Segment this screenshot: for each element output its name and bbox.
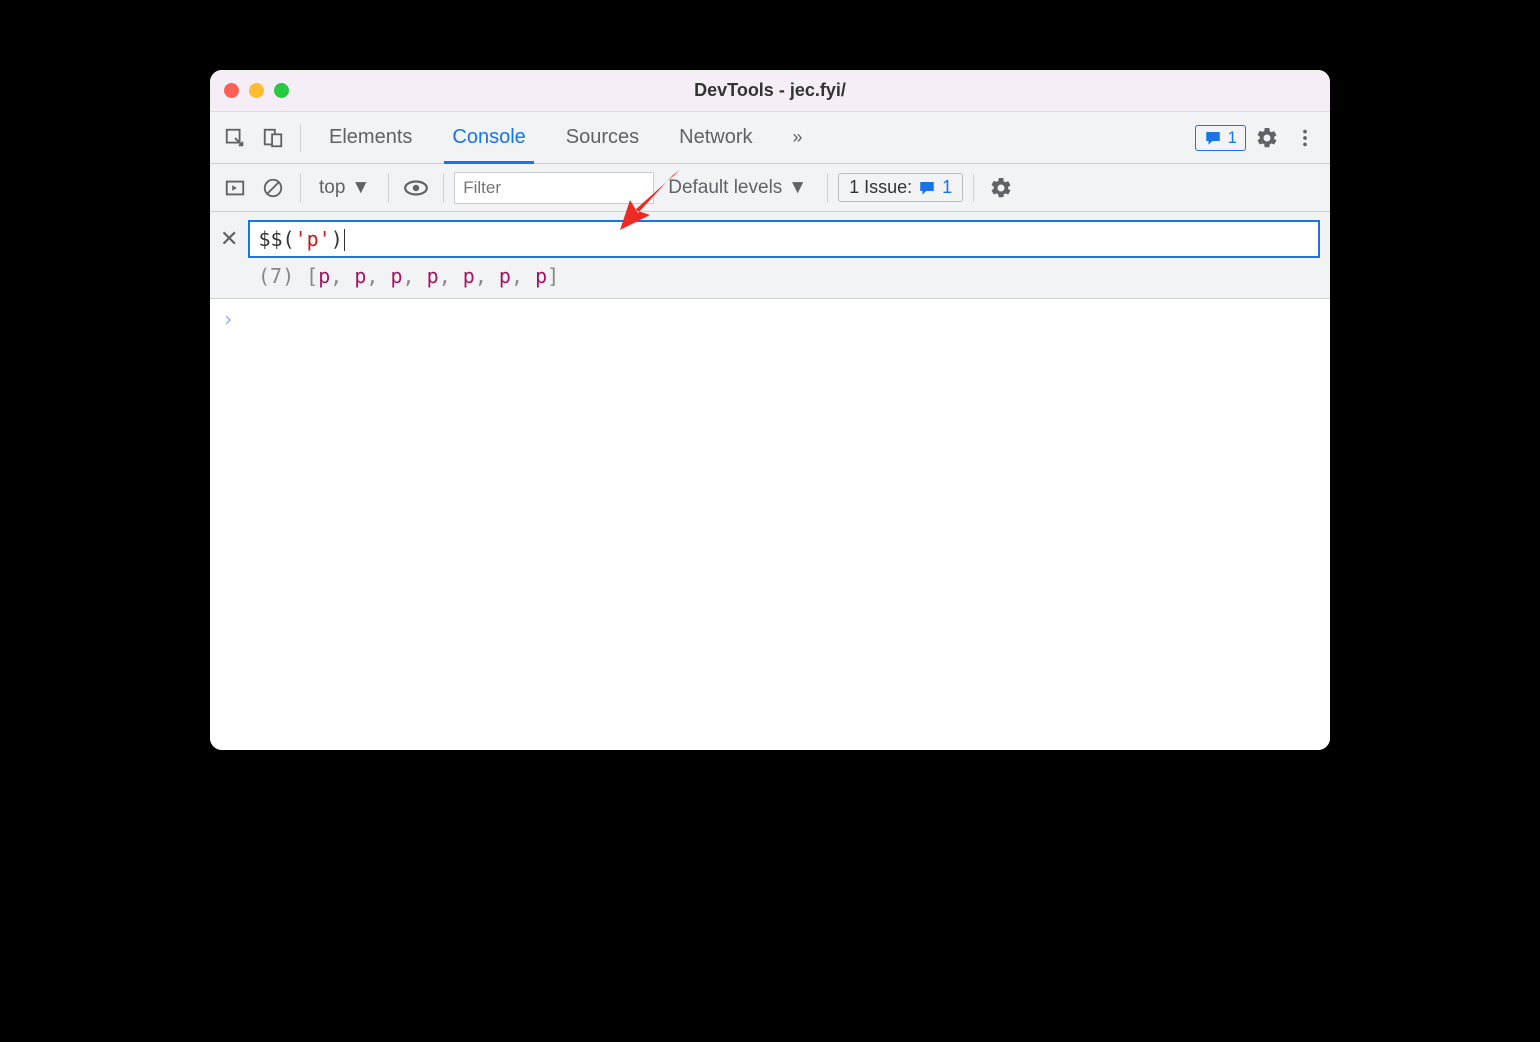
levels-label: Default levels bbox=[668, 177, 782, 199]
separator bbox=[388, 174, 389, 202]
device-toggle-icon[interactable] bbox=[256, 121, 290, 155]
clear-console-icon[interactable] bbox=[256, 171, 290, 205]
separator bbox=[443, 174, 444, 202]
expression-result: (7) [p, p, p, p, p, p, p] bbox=[220, 258, 1320, 288]
devtools-window: DevTools - jec.fyi/ Elements Console Sou… bbox=[210, 70, 1330, 750]
maximize-window-button[interactable] bbox=[274, 83, 289, 98]
separator bbox=[300, 174, 301, 202]
console-toolbar: top ▼ Default levels ▼ 1 Issue: 1 bbox=[210, 164, 1330, 212]
result-element[interactable]: p bbox=[535, 264, 547, 288]
window-title: DevTools - jec.fyi/ bbox=[210, 80, 1330, 101]
inspect-icon[interactable] bbox=[218, 121, 252, 155]
console-settings-icon[interactable] bbox=[984, 171, 1018, 205]
titlebar: DevTools - jec.fyi/ bbox=[210, 70, 1330, 112]
result-element[interactable]: p bbox=[354, 264, 366, 288]
result-element[interactable]: p bbox=[318, 264, 330, 288]
issues-badge[interactable]: 1 Issue: 1 bbox=[838, 173, 963, 202]
kebab-menu-icon[interactable] bbox=[1288, 121, 1322, 155]
console-body[interactable]: › bbox=[210, 299, 1330, 750]
close-window-button[interactable] bbox=[224, 83, 239, 98]
live-expression-icon[interactable] bbox=[399, 171, 433, 205]
issues-label: 1 Issue: bbox=[849, 177, 912, 198]
separator bbox=[827, 174, 828, 202]
result-element[interactable]: p bbox=[391, 264, 403, 288]
separator bbox=[973, 174, 974, 202]
prompt-caret-icon: › bbox=[222, 307, 234, 331]
settings-icon[interactable] bbox=[1250, 121, 1284, 155]
feedback-badge[interactable]: 1 bbox=[1195, 125, 1246, 151]
live-expression-bar: ✕ $$('p') (7) [p, p, p, p, p, p, p] bbox=[210, 212, 1330, 299]
tab-sources[interactable]: Sources bbox=[548, 112, 657, 164]
separator bbox=[300, 124, 301, 152]
tab-console[interactable]: Console bbox=[434, 112, 543, 164]
feedback-count: 1 bbox=[1228, 128, 1237, 148]
close-expression-button[interactable]: ✕ bbox=[220, 226, 238, 252]
expression-code: $$('p') bbox=[258, 227, 344, 252]
message-icon bbox=[918, 179, 936, 197]
chevron-down-icon: ▼ bbox=[788, 177, 807, 199]
tabs-overflow-button[interactable]: » bbox=[775, 112, 821, 164]
main-tabs: Elements Console Sources Network » 1 bbox=[210, 112, 1330, 164]
issues-count: 1 bbox=[942, 177, 952, 198]
traffic-lights bbox=[210, 83, 289, 98]
log-levels-selector[interactable]: Default levels ▼ bbox=[658, 177, 817, 199]
context-selector[interactable]: top ▼ bbox=[311, 177, 378, 199]
expression-input[interactable]: $$('p') bbox=[248, 220, 1320, 258]
tab-elements[interactable]: Elements bbox=[311, 112, 430, 164]
result-element[interactable]: p bbox=[499, 264, 511, 288]
result-element[interactable]: p bbox=[463, 264, 475, 288]
context-label: top bbox=[319, 177, 345, 199]
sidebar-toggle-icon[interactable] bbox=[218, 171, 252, 205]
filter-input[interactable] bbox=[454, 172, 654, 204]
result-element[interactable]: p bbox=[427, 264, 439, 288]
tab-network[interactable]: Network bbox=[661, 112, 770, 164]
chevron-down-icon: ▼ bbox=[351, 177, 370, 199]
minimize-window-button[interactable] bbox=[249, 83, 264, 98]
